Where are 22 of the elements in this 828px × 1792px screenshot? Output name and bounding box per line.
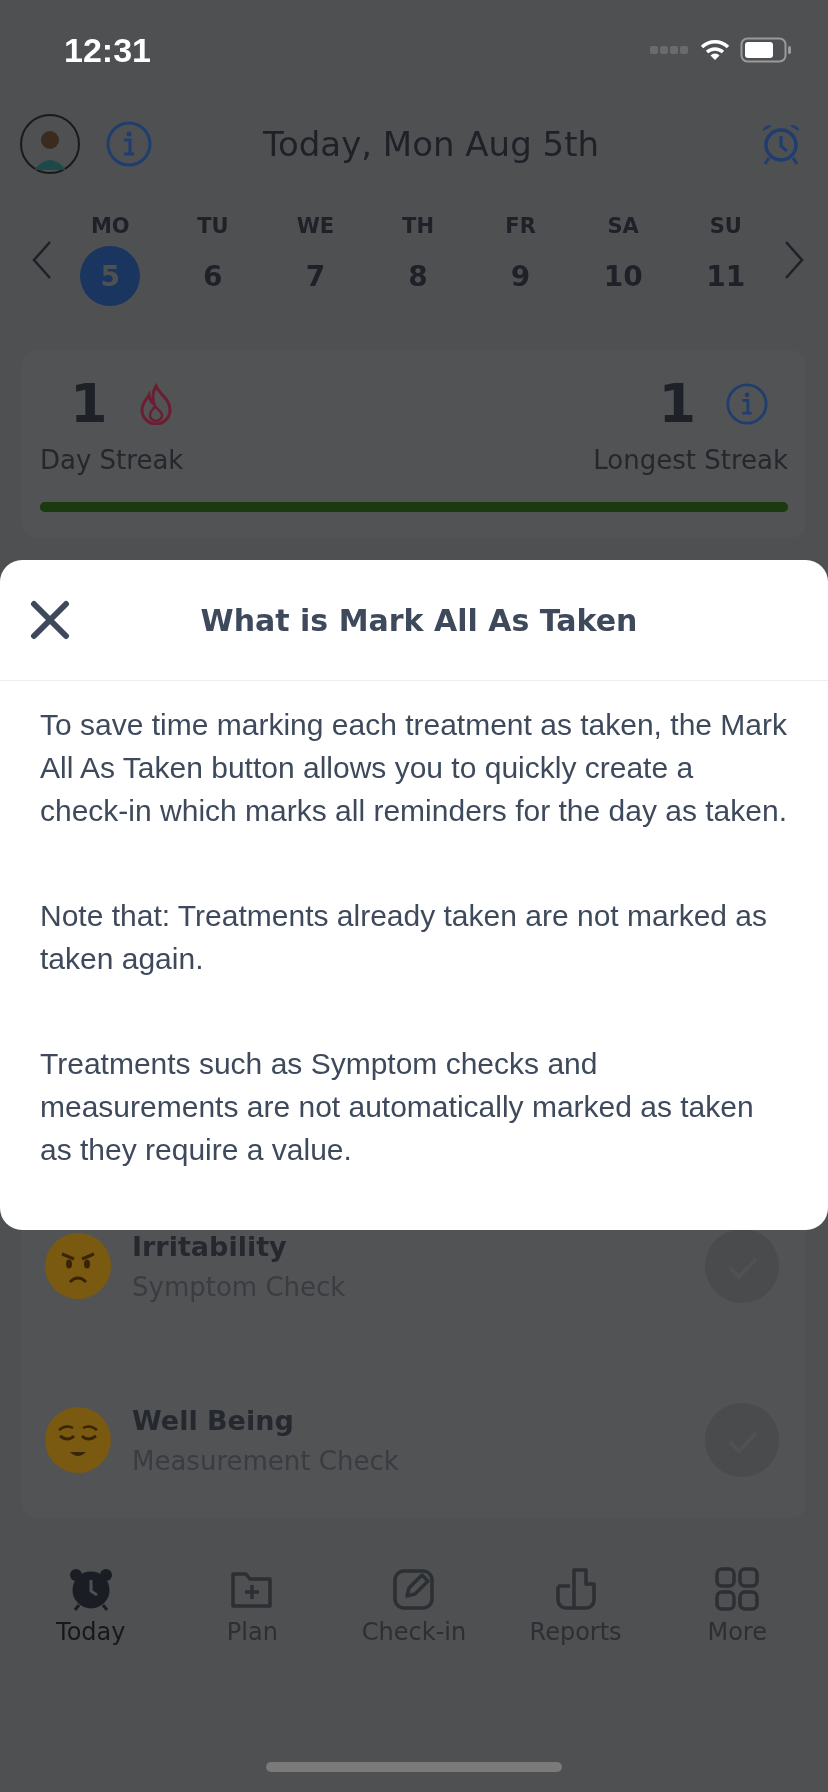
check-icon[interactable] — [704, 1228, 780, 1304]
close-icon — [30, 600, 70, 640]
signal-icon — [650, 45, 690, 55]
avatar-icon[interactable] — [20, 114, 80, 174]
status-time: 12:31 — [64, 30, 151, 70]
tab-item[interactable]: Today — [10, 1566, 172, 1646]
dialog-paragraph: Note that: Treatments already taken are not marked as taken again. — [40, 898, 769, 977]
battery-icon — [740, 37, 792, 63]
info-icon[interactable] — [726, 382, 768, 425]
wifi-icon — [700, 39, 730, 61]
dialog-paragraph: Treatments such as Symptom checks and measurements are not automatically marked as taken as they require a value. — [40, 1046, 755, 1168]
close-button[interactable] — [30, 600, 70, 640]
grid-icon — [714, 1566, 761, 1612]
previous-week-icon[interactable] — [30, 240, 54, 280]
info-icon[interactable] — [106, 121, 152, 167]
alarm-clock-icon — [67, 1566, 114, 1612]
relieved-face-icon — [44, 1406, 112, 1474]
alarm-clock-icon[interactable] — [760, 122, 802, 166]
angry-face-icon — [44, 1232, 112, 1300]
dialog-title: What is Mark All As Taken — [199, 602, 639, 638]
dialog-paragraph: To save time marking each treatment as taken, the Mark All As Taken button allows you to quickly create a check-in which marks all reminders for the day as taken. — [40, 707, 788, 829]
edit-icon — [391, 1566, 437, 1612]
